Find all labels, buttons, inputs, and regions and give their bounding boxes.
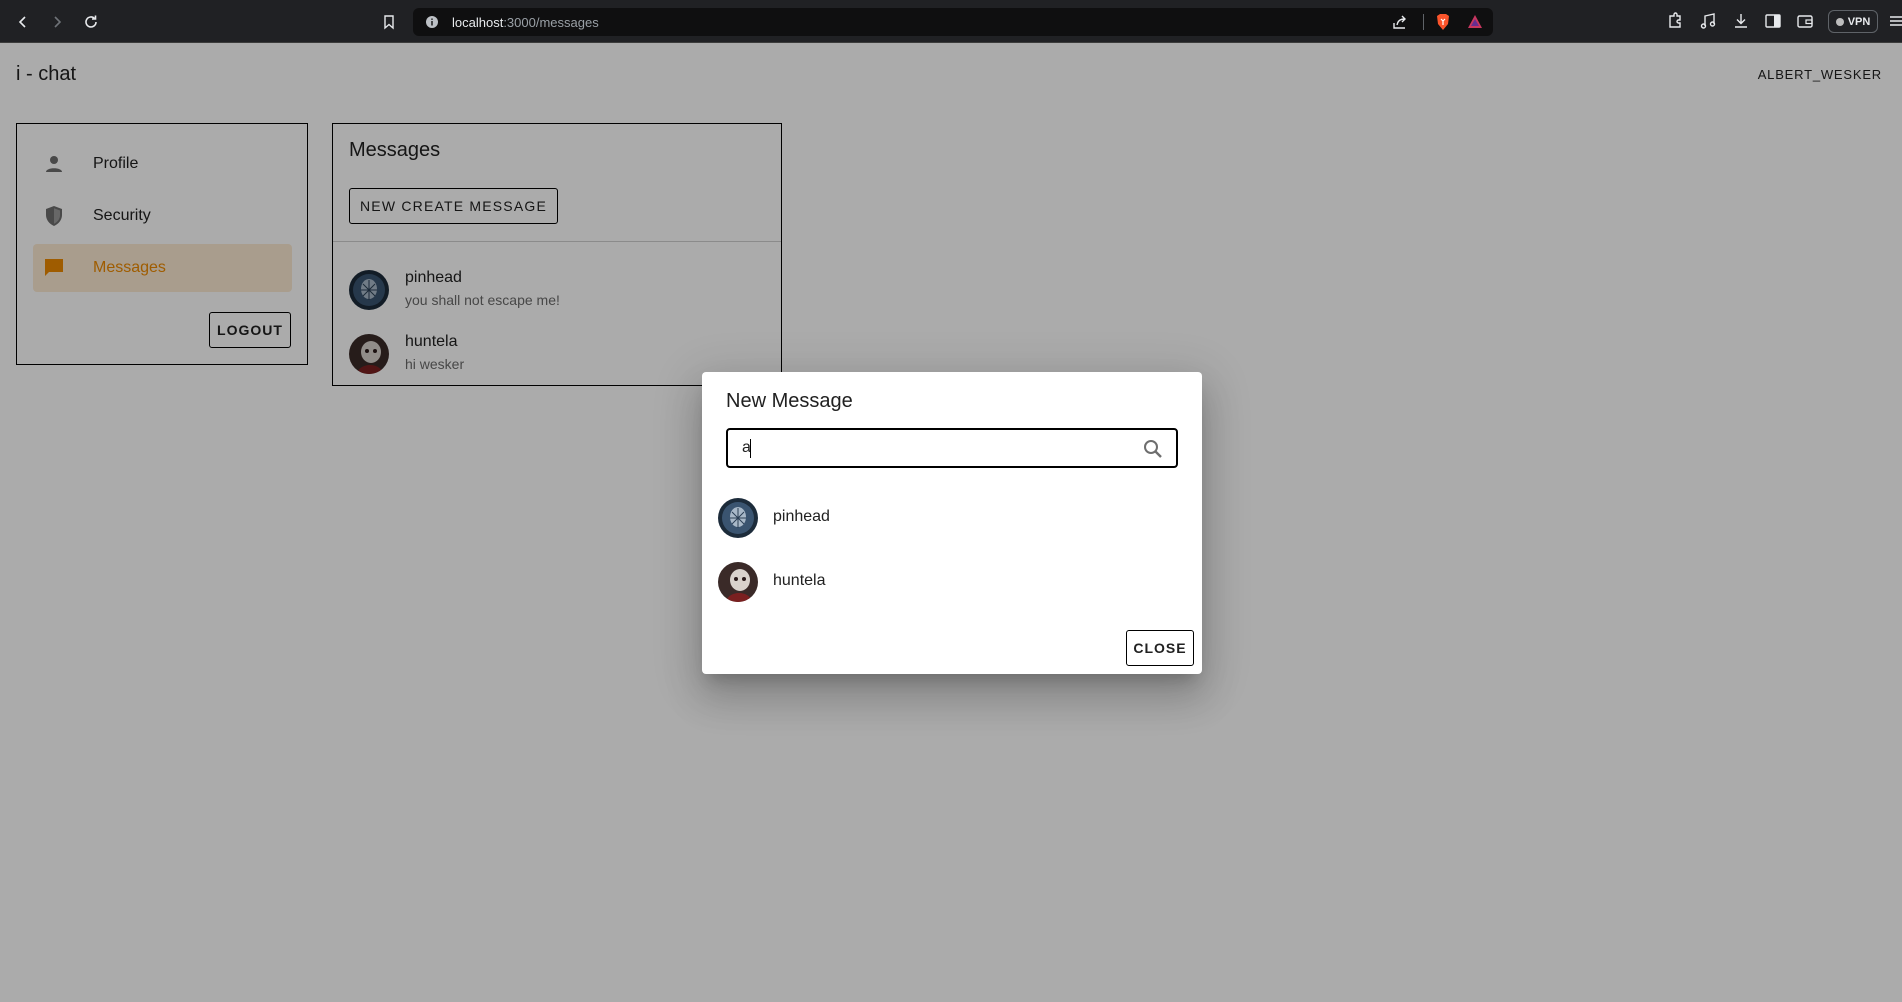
- sidebar-toggle-icon[interactable]: [1764, 12, 1782, 30]
- back-button[interactable]: [10, 9, 36, 35]
- text-caret: [750, 439, 751, 458]
- avatar: [718, 498, 758, 538]
- avatar: [718, 562, 758, 602]
- bookmark-button[interactable]: [376, 9, 402, 35]
- search-result-name: pinhead: [773, 508, 830, 525]
- toolbar-separator: [1423, 14, 1424, 30]
- brave-shield-icon[interactable]: [1435, 13, 1451, 31]
- url-text: localhost:3000/messages: [452, 15, 599, 30]
- chevron-right-icon: [54, 16, 62, 28]
- site-info-icon[interactable]: [425, 15, 439, 29]
- address-bar[interactable]: localhost:3000/messages: [413, 8, 1493, 36]
- new-message-dialog: New Message a pinhead huntela CLOSE: [702, 372, 1202, 674]
- vpn-button[interactable]: VPN: [1828, 10, 1878, 33]
- search-result-name: huntela: [773, 572, 826, 589]
- reload-button[interactable]: [78, 9, 104, 35]
- dialog-title: New Message: [726, 390, 853, 412]
- search-result-item[interactable]: huntela: [702, 549, 1202, 613]
- chevron-left-icon: [18, 16, 26, 28]
- browser-toolbar: localhost:3000/messages VPN: [0, 0, 1902, 43]
- bookmark-icon: [384, 15, 394, 30]
- music-icon[interactable]: [1699, 12, 1717, 30]
- share-icon[interactable]: [1392, 14, 1408, 30]
- reload-icon: [85, 15, 97, 28]
- wallet-icon[interactable]: [1796, 12, 1814, 30]
- vpn-status-icon: [1835, 17, 1844, 26]
- extensions-icon[interactable]: [1666, 12, 1684, 30]
- forward-button[interactable]: [44, 9, 70, 35]
- search-icon[interactable]: [1142, 438, 1164, 465]
- brave-rewards-icon[interactable]: [1467, 14, 1483, 30]
- search-result-item[interactable]: pinhead: [702, 485, 1202, 549]
- menu-icon[interactable]: [1888, 12, 1902, 30]
- user-search-input[interactable]: a: [726, 428, 1178, 468]
- close-button[interactable]: CLOSE: [1126, 630, 1194, 666]
- download-icon[interactable]: [1732, 12, 1750, 30]
